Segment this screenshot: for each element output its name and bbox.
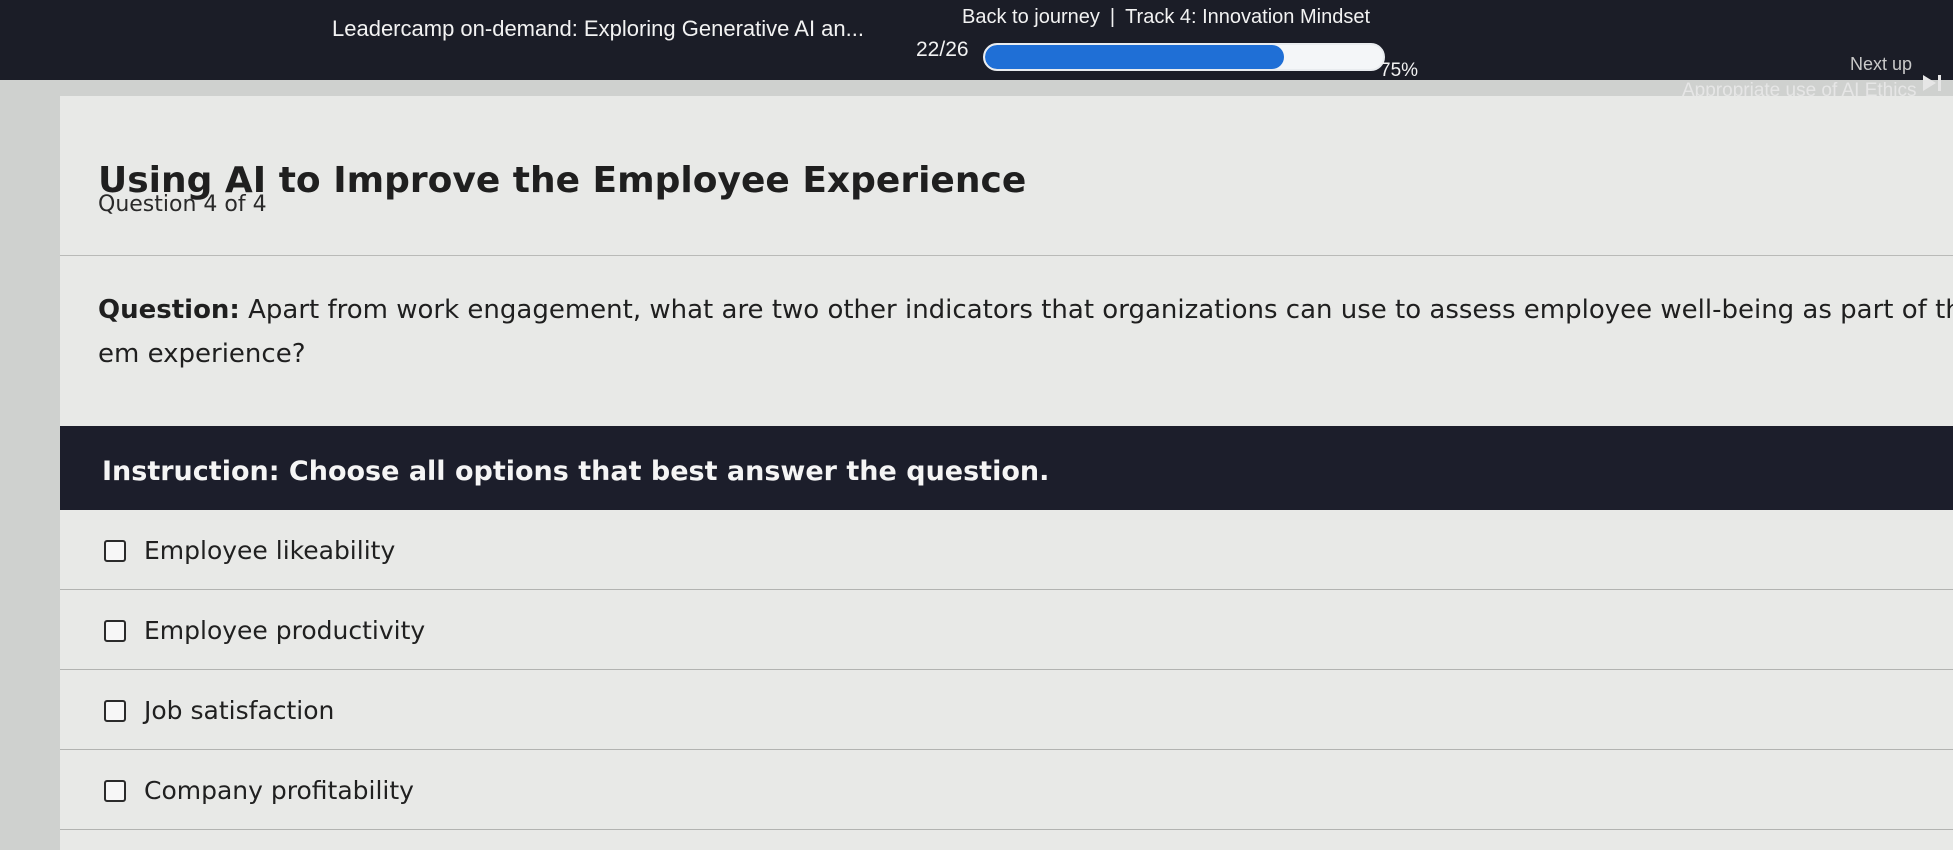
option-employee-productivity[interactable]: Employee productivity [60, 590, 1953, 670]
breadcrumb-separator: | [1109, 6, 1116, 28]
back-to-journey-link[interactable]: Back to journey [962, 6, 1100, 28]
question-label: Question: [98, 295, 240, 325]
question-text: Question: Apart from work engagement, wh… [98, 288, 1953, 376]
option-job-satisfaction[interactable]: Job satisfaction [60, 670, 1953, 750]
progress-percent: 75% [1380, 60, 1419, 81]
track-name[interactable]: Track 4: Innovation Mindset [1125, 6, 1370, 28]
breadcrumb: Back to journey | Track 4: Innovation Mind… [962, 6, 1370, 29]
course-title[interactable]: Leadercamp on-demand: Exploring Generati… [332, 16, 864, 42]
checkbox[interactable] [104, 540, 126, 562]
next-up-label: Next up [1850, 54, 1913, 74]
option-label: Employee likeability [144, 536, 396, 565]
divider [60, 255, 1953, 256]
option-company-profitability[interactable]: Company profitability [60, 750, 1953, 830]
option-label: Job satisfaction [144, 696, 335, 725]
progress-bar [983, 43, 1385, 71]
checkbox[interactable] [104, 700, 126, 722]
question-body: Apart from work engagement, what are two… [98, 295, 1953, 369]
option-label: Company profitability [144, 776, 414, 805]
top-bar: Leadercamp on-demand: Exploring Generati… [0, 0, 1953, 101]
checkbox[interactable] [104, 620, 126, 642]
checkbox[interactable] [104, 780, 126, 802]
instruction-bar: Instruction: Choose all options that bes… [60, 426, 1953, 510]
progress-count: 22/26 [916, 38, 969, 61]
option-label: Employee productivity [144, 616, 426, 645]
option-employee-likeability[interactable]: Employee likeability [60, 510, 1953, 590]
skip-next-icon[interactable] [1920, 72, 1944, 94]
instruction-text: Instruction: Choose all options that bes… [102, 456, 1050, 487]
progress-bar-fill [985, 45, 1284, 69]
question-count: Question 4 of 4 [98, 192, 267, 217]
